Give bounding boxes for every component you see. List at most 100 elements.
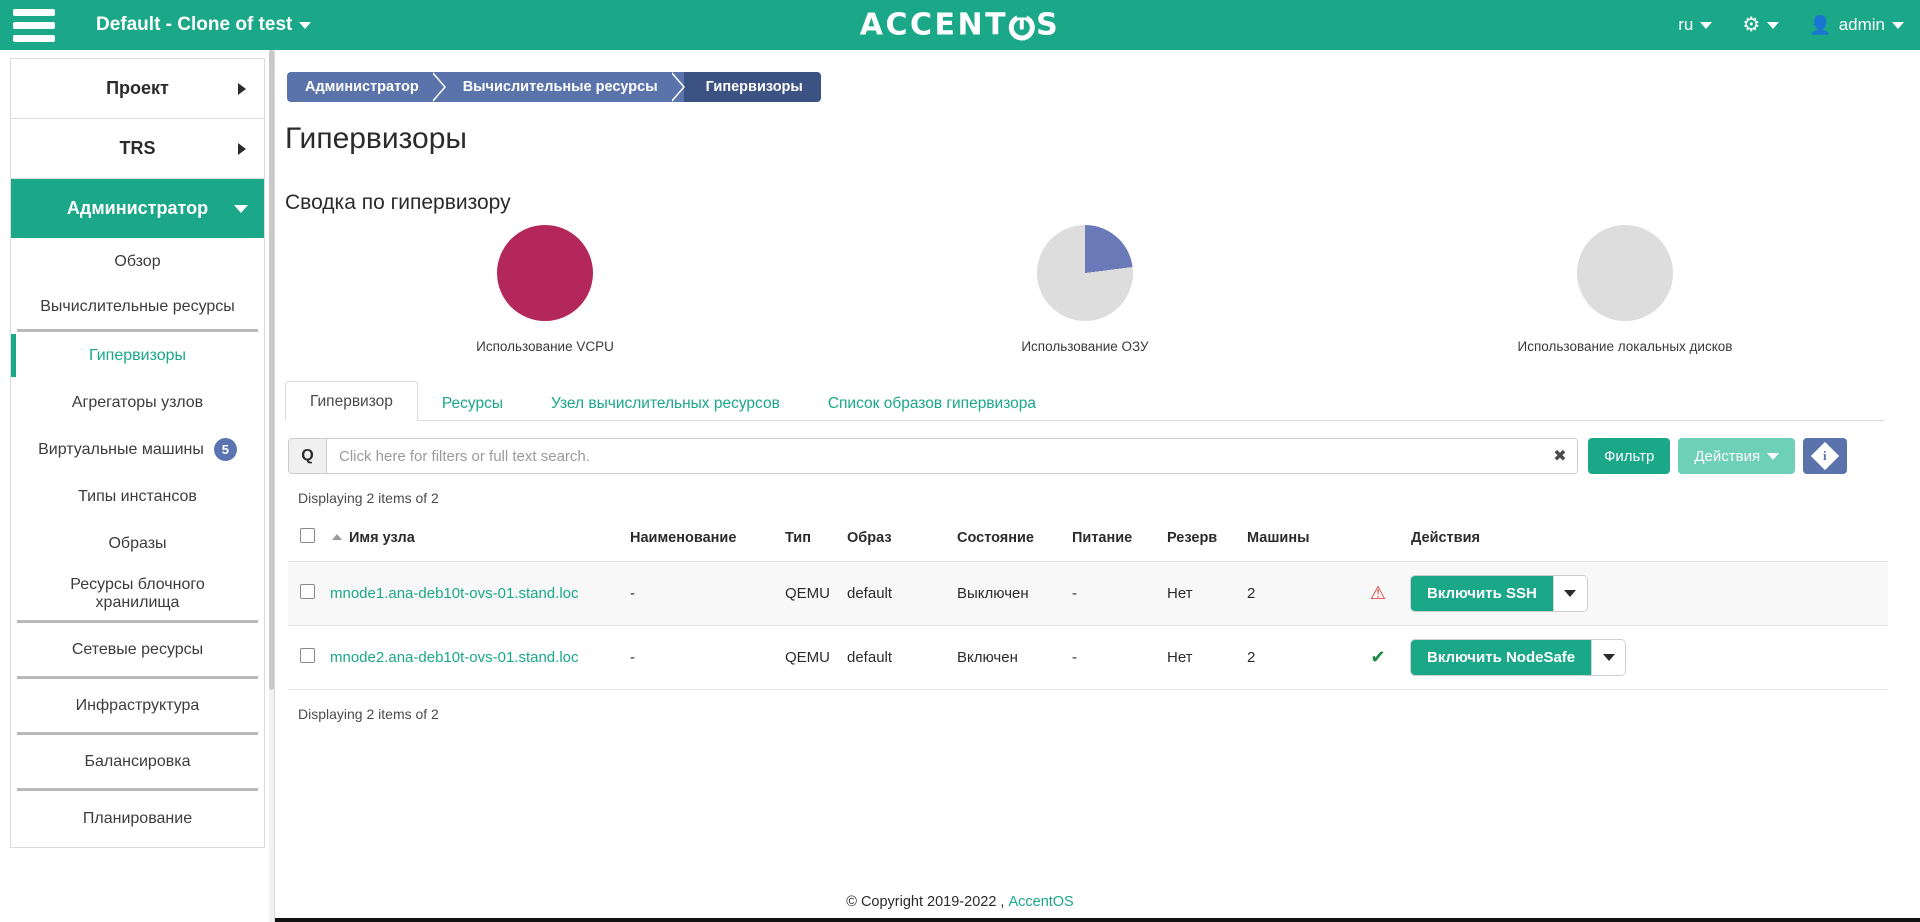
items-count-bottom: Displaying 2 items of 2 xyxy=(298,706,439,722)
tab-hypervisor-image-list[interactable]: Список образов гипервизора xyxy=(804,386,1060,421)
column-label: Машины xyxy=(1247,529,1310,546)
column-header-state[interactable]: Состояние xyxy=(951,520,1066,562)
chevron-down-icon xyxy=(1564,590,1577,597)
hamburger-menu-icon[interactable] xyxy=(0,0,60,50)
filter-toolbar: Q ✖ Фильтр Действия i xyxy=(288,438,1888,474)
items-count-top: Displaying 2 items of 2 xyxy=(298,490,439,506)
clear-search-icon[interactable]: ✖ xyxy=(1543,439,1577,473)
chart-label: Использование локальных дисков xyxy=(1517,339,1733,354)
row-select-cell xyxy=(288,625,324,690)
breadcrumb-item-administrator[interactable]: Администратор xyxy=(287,72,446,102)
row-checkbox[interactable] xyxy=(300,648,315,663)
actions-dropdown-button[interactable]: Действия xyxy=(1678,438,1796,474)
chevron-down-icon xyxy=(1892,21,1904,29)
sidebar-item-scheduling[interactable]: Планирование xyxy=(11,791,264,847)
cell-state: Выключен xyxy=(951,561,1066,626)
sidebar-item-label: Проект xyxy=(106,78,169,98)
settings-menu[interactable]: ⚙ xyxy=(1742,15,1780,35)
tab-bar: Гипервизор Ресурсы Узел вычислительных р… xyxy=(285,380,1885,421)
context-switcher-label: Default - Clone of test xyxy=(96,14,293,35)
column-header-reserve[interactable]: Резерв xyxy=(1161,520,1241,562)
sidebar-item-trs[interactable]: TRS xyxy=(11,119,264,178)
tab-compute-host[interactable]: Узел вычислительных ресурсов xyxy=(527,386,804,421)
sidebar-item-infrastructure[interactable]: Инфраструктура xyxy=(17,679,258,735)
info-button[interactable]: i xyxy=(1803,438,1848,474)
cell-reserve: Нет xyxy=(1161,625,1241,690)
user-avatar-icon: 👤 xyxy=(1809,15,1832,35)
sidebar-item-instance-types[interactable]: Типы инстансов xyxy=(11,473,264,520)
tab-hypervisor[interactable]: Гипервизор xyxy=(285,380,418,421)
sidebar-scrollbar-thumb[interactable] xyxy=(269,50,274,690)
node-name-link[interactable]: mnode2.ana-deb10t-ovs-01.stand.loc xyxy=(330,649,579,666)
sidebar-item-overview[interactable]: Обзор xyxy=(11,238,264,285)
breadcrumb-item-compute-resources[interactable]: Вычислительные ресурсы xyxy=(444,72,685,102)
column-header-image[interactable]: Образ xyxy=(841,520,951,562)
sidebar-item-label: Типы инстансов xyxy=(78,487,197,505)
column-label: Питание xyxy=(1072,529,1133,546)
sidebar-item-label: Планирование xyxy=(82,810,193,827)
sidebar-item-label: Ресурсы блочного хранилища xyxy=(70,575,205,611)
cell-reserve: Нет xyxy=(1161,561,1241,626)
column-header-type[interactable]: Тип xyxy=(779,520,841,562)
sidebar-scrollbar-track[interactable] xyxy=(269,50,274,922)
language-label: ru xyxy=(1678,15,1694,34)
select-all-checkbox[interactable] xyxy=(300,528,315,543)
sidebar-item-label: Виртуальные машины xyxy=(38,440,204,458)
table-row[interactable]: mnode2.ana-deb10t-ovs-01.stand.loc - QEM… xyxy=(288,625,1888,690)
enable-nodesafe-button[interactable]: Включить NodeSafe xyxy=(1411,640,1592,675)
search-icon[interactable]: Q xyxy=(289,439,327,473)
node-name-link[interactable]: mnode1.ana-deb10t-ovs-01.stand.loc xyxy=(330,585,579,602)
sidebar-navigation: Проект TRS Администратор Обзор Вычислите… xyxy=(0,50,275,922)
row-actions-dropdown-toggle[interactable] xyxy=(1552,576,1587,611)
column-label: Действия xyxy=(1411,529,1480,546)
tab-label: Ресурсы xyxy=(441,394,504,412)
row-checkbox[interactable] xyxy=(300,584,315,599)
column-header-naming[interactable]: Наименование xyxy=(624,520,779,562)
chart-vcpu-usage: Использование VCPU xyxy=(275,225,815,354)
table-row[interactable]: mnode1.ana-deb10t-ovs-01.stand.loc - QEM… xyxy=(288,561,1888,626)
cell-actions: Включить SSH xyxy=(1405,561,1888,626)
chevron-down-icon xyxy=(299,21,312,29)
sidebar-item-project[interactable]: Проект xyxy=(11,59,264,118)
search-input[interactable] xyxy=(327,439,1543,473)
sidebar-item-administrator[interactable]: Администратор xyxy=(11,179,264,238)
sidebar-item-images[interactable]: Образы xyxy=(11,520,264,567)
chevron-right-icon xyxy=(238,142,246,155)
breadcrumb-label: Вычислительные ресурсы xyxy=(462,79,658,95)
accentos-link[interactable]: AccentOS xyxy=(1008,894,1073,910)
breadcrumb-item-hypervisors[interactable]: Гипервизоры xyxy=(683,72,821,102)
sidebar-item-label: Образы xyxy=(108,534,167,552)
filter-button[interactable]: Фильтр xyxy=(1588,438,1671,474)
enable-ssh-button[interactable]: Включить SSH xyxy=(1411,576,1553,611)
cell-node-name: mnode2.ana-deb10t-ovs-01.stand.loc xyxy=(324,625,624,690)
sidebar-item-hypervisors[interactable]: Гипервизоры xyxy=(11,332,264,379)
sidebar-item-balancing[interactable]: Балансировка xyxy=(17,735,258,791)
chevron-down-icon xyxy=(1700,21,1713,29)
breadcrumb-label: Администратор xyxy=(305,79,419,95)
sidebar-item-compute-resources[interactable]: Вычислительные ресурсы xyxy=(17,285,258,332)
filter-button-label: Фильтр xyxy=(1604,447,1655,465)
sidebar-item-virtual-machines[interactable]: Виртуальные машины 5 xyxy=(11,426,264,473)
sidebar-item-label: Инфраструктура xyxy=(75,696,200,714)
cell-power: - xyxy=(1066,625,1161,690)
cell-naming: - xyxy=(624,625,779,690)
sidebar-item-block-storage[interactable]: Ресурсы блочного хранилища xyxy=(17,567,258,623)
tab-resources[interactable]: Ресурсы xyxy=(418,386,527,421)
tab-label: Гипервизор xyxy=(310,392,393,410)
chart-local-disk-usage: Использование локальных дисков xyxy=(1355,225,1895,354)
sidebar-item-network-resources[interactable]: Сетевые ресурсы xyxy=(17,623,258,679)
column-header-machines[interactable]: Машины xyxy=(1241,520,1351,562)
pie-chart xyxy=(1037,225,1133,321)
row-actions-dropdown-toggle[interactable] xyxy=(1591,640,1626,675)
table-body: mnode1.ana-deb10t-ovs-01.stand.loc - QEM… xyxy=(288,561,1888,690)
context-switcher[interactable]: Default - Clone of test xyxy=(96,14,312,36)
column-header-node-name[interactable]: Имя узла xyxy=(324,520,624,562)
user-menu[interactable]: 👤 admin xyxy=(1809,15,1904,35)
column-header-power[interactable]: Питание xyxy=(1066,520,1161,562)
hypervisor-summary-charts: Использование VCPU Использование ОЗУ Исп… xyxy=(275,225,1895,354)
warning-triangle-icon: ⚠ xyxy=(1369,583,1387,603)
sidebar-item-host-aggregates[interactable]: Агрегаторы узлов xyxy=(11,379,264,426)
top-navigation-bar: Default - Clone of test ACCENT S ru ⚙ 👤 a… xyxy=(0,0,1920,50)
language-selector[interactable]: ru xyxy=(1678,15,1713,35)
brand-logo: ACCENT S xyxy=(860,8,1060,43)
